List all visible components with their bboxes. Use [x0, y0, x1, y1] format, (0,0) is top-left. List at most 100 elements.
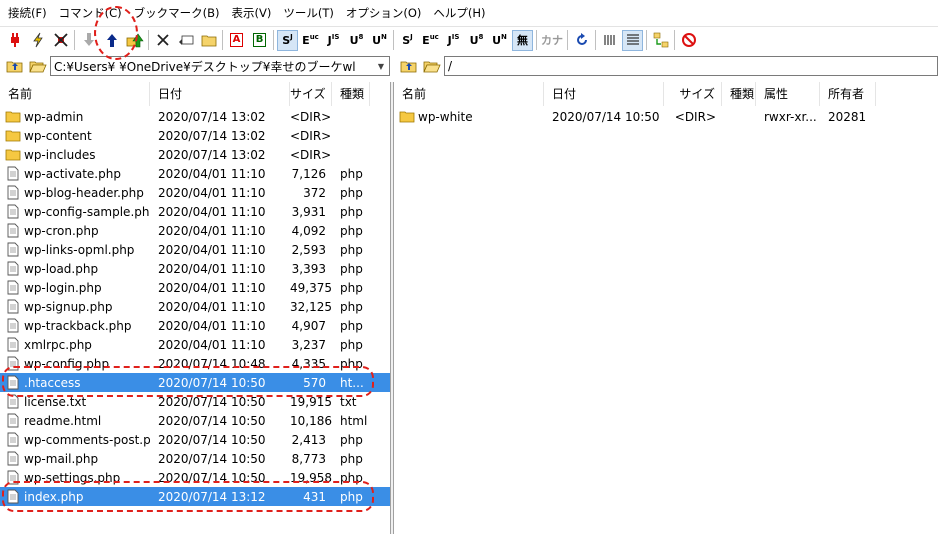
file-name-cell: wp-blog-header.php: [0, 185, 150, 201]
menu-options[interactable]: オプション(O): [340, 0, 428, 27]
kanji-euc-button[interactable]: Euc: [300, 30, 321, 51]
menu-tools[interactable]: ツール(T): [277, 0, 340, 27]
file-type-cell: php: [340, 299, 363, 314]
local-kanji-utf8n-button[interactable]: UN: [489, 30, 510, 51]
local-kanji-euc-button[interactable]: Euc: [420, 30, 441, 51]
menu-connect[interactable]: 接続(F): [2, 0, 53, 27]
file-icon: [5, 185, 21, 201]
rename-icon[interactable]: [175, 30, 196, 51]
file-row[interactable]: wp-content 2020/07/14 13:02 <DIR>: [0, 126, 390, 145]
delete-x-icon[interactable]: [152, 30, 173, 51]
no-convert-button[interactable]: 無: [512, 29, 533, 51]
column-header-owner[interactable]: 所有者: [820, 82, 876, 106]
kana-convert-button[interactable]: カナ: [540, 30, 564, 51]
remote-path-input[interactable]: /: [444, 56, 938, 76]
file-row[interactable]: wp-activate.php 2020/04/01 11:10 7,126 php: [0, 164, 390, 183]
file-row[interactable]: wp-settings.php 2020/07/14 10:50 19,958 php: [0, 468, 390, 487]
file-type-cell: php: [340, 432, 363, 447]
column-header-size[interactable]: サイズ: [664, 82, 722, 106]
file-row[interactable]: wp-links-opml.php 2020/04/01 11:10 2,593 ph…: [0, 240, 390, 259]
file-row[interactable]: wp-comments-post.p... 2020/07/14 10:50 2,4…: [0, 430, 390, 449]
refresh-icon[interactable]: [571, 30, 592, 51]
local-kanji-jis-button[interactable]: J IS: [443, 30, 464, 51]
kanji-label: E: [422, 33, 430, 47]
file-name-cell: readme.html: [0, 413, 150, 429]
kanji-sjis-button[interactable]: SJ: [277, 29, 298, 51]
column-header-name[interactable]: 名前: [0, 82, 150, 106]
file-row[interactable]: .htaccess 2020/07/14 10:50 570 ht...: [0, 373, 390, 392]
file-type-cell: php: [340, 451, 363, 466]
file-row[interactable]: index.php 2020/07/14 13:12 431 php: [0, 487, 390, 506]
file-row[interactable]: readme.html 2020/07/14 10:50 10,186 html: [0, 411, 390, 430]
column-header-date[interactable]: 日付: [150, 82, 290, 106]
local-kanji-utf8-button[interactable]: U8: [466, 30, 487, 51]
upload-arrow-icon[interactable]: [101, 30, 122, 51]
file-row[interactable]: wp-mail.php 2020/07/14 10:50 8,773 php: [0, 449, 390, 468]
mirror-upload-icon[interactable]: [124, 30, 145, 51]
download-arrow-icon[interactable]: [78, 30, 99, 51]
menu-view[interactable]: 表示(V): [225, 0, 277, 27]
file-icon: [5, 375, 21, 391]
stop-icon[interactable]: [678, 30, 699, 51]
toolbar-separator: [74, 30, 75, 50]
file-type-cell: php: [340, 318, 363, 333]
file-name: wp-comments-post.p...: [24, 432, 150, 447]
disconnect-icon[interactable]: [50, 30, 71, 51]
remote-open-folder-icon[interactable]: [421, 56, 442, 76]
file-row[interactable]: wp-cron.php 2020/04/01 11:10 4,092 php: [0, 221, 390, 240]
file-date-cell: 2020/04/01 11:10: [158, 261, 266, 276]
file-size-cell: 570: [303, 375, 326, 390]
file-name: readme.html: [24, 413, 102, 428]
file-size-cell: <DIR>: [290, 128, 332, 143]
file-size-cell: 8,773: [291, 451, 326, 466]
kanji-jis-button[interactable]: J IS: [323, 30, 344, 51]
file-row[interactable]: wp-signup.php 2020/04/01 11:10 32,125 php: [0, 297, 390, 316]
file-type-cell: php: [340, 337, 363, 352]
toolbar-separator: [273, 30, 274, 50]
list-view-icon[interactable]: [599, 30, 620, 51]
file-date-cell: 2020/04/01 11:10: [158, 223, 266, 238]
lightning-icon[interactable]: [27, 30, 48, 51]
file-row[interactable]: wp-blog-header.php 2020/04/01 11:10 372 php: [0, 183, 390, 202]
kanji-utf8-button[interactable]: U8: [346, 30, 367, 51]
file-row[interactable]: xmlrpc.php 2020/04/01 11:10 3,237 php: [0, 335, 390, 354]
new-folder-icon[interactable]: [198, 30, 219, 51]
ascii-mode-button[interactable]: A: [226, 30, 247, 51]
column-header-type[interactable]: 種類: [332, 82, 370, 106]
file-row[interactable]: wp-includes 2020/07/14 13:02 <DIR>: [0, 145, 390, 164]
local-kanji-sjis-button[interactable]: SJ: [397, 30, 418, 51]
local-path-input[interactable]: C:¥Users¥ ¥OneDrive¥デスクトップ¥幸せのブーケwl ▼: [50, 56, 390, 76]
menu-command[interactable]: コマンド(C): [53, 0, 128, 27]
file-name-cell: wp-settings.php: [0, 470, 150, 486]
file-row[interactable]: license.txt 2020/07/14 10:50 19,915 txt: [0, 392, 390, 411]
column-header-size[interactable]: サイズ: [290, 82, 332, 106]
file-row[interactable]: wp-white 2020/07/14 10:50 <DIR> rwxr-xr... 2…: [394, 107, 938, 126]
column-header-name[interactable]: 名前: [394, 82, 544, 106]
chevron-down-icon[interactable]: ▼: [373, 57, 389, 75]
kanji-utf8n-button[interactable]: UN: [369, 30, 390, 51]
column-header-date[interactable]: 日付: [544, 82, 664, 106]
file-row[interactable]: wp-config-sample.php 2020/04/01 11:10 3,93…: [0, 202, 390, 221]
file-attr-cell: rwxr-xr...: [764, 109, 817, 124]
sync-dir-icon[interactable]: [650, 30, 671, 51]
file-row[interactable]: wp-load.php 2020/04/01 11:10 3,393 php: [0, 259, 390, 278]
menu-bookmark[interactable]: ブックマーク(B): [128, 0, 226, 27]
file-row[interactable]: wp-config.php 2020/07/14 10:48 4,335 php: [0, 354, 390, 373]
kanji-label: E: [302, 33, 310, 47]
file-date-cell: 2020/07/14 10:50: [158, 375, 266, 390]
detail-view-icon[interactable]: [622, 29, 643, 51]
plug-icon[interactable]: [4, 30, 25, 51]
column-header-type[interactable]: 種類: [722, 82, 756, 106]
file-row[interactable]: wp-trackback.php 2020/04/01 11:10 4,907 php: [0, 316, 390, 335]
file-row[interactable]: wp-admin 2020/07/14 13:02 <DIR>: [0, 107, 390, 126]
remote-parent-folder-icon[interactable]: [398, 56, 419, 76]
file-name-cell: wp-config-sample.php: [0, 204, 150, 220]
local-open-folder-icon[interactable]: [27, 56, 48, 76]
file-name-cell: wp-comments-post.p...: [0, 432, 150, 448]
binary-mode-button[interactable]: B: [249, 30, 270, 51]
file-name-cell: wp-white: [394, 109, 544, 125]
file-row[interactable]: wp-login.php 2020/04/01 11:10 49,375 php: [0, 278, 390, 297]
menu-help[interactable]: ヘルプ(H): [427, 0, 491, 27]
local-parent-folder-icon[interactable]: [4, 56, 25, 76]
column-header-attr[interactable]: 属性: [756, 82, 820, 106]
